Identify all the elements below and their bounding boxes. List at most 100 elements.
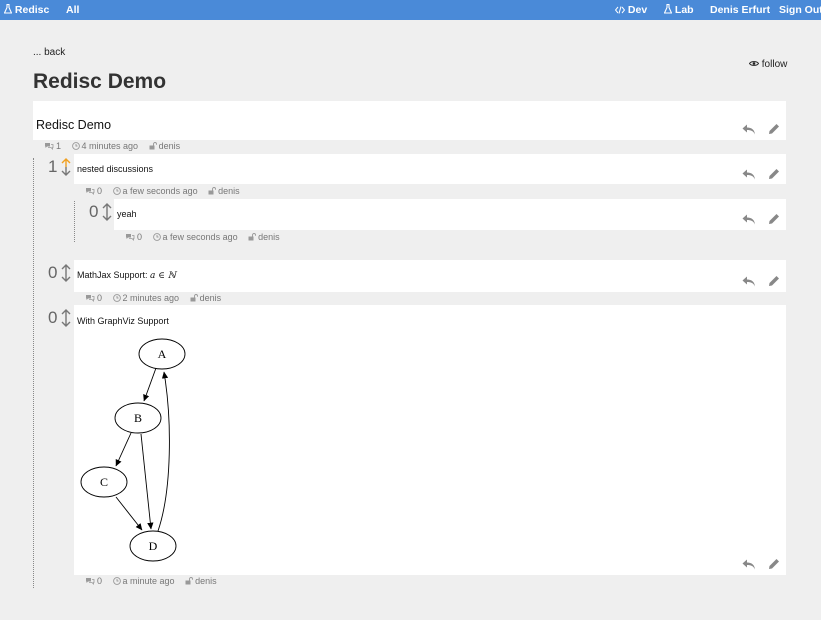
graph-node-c: C [80, 466, 128, 498]
graph-node-d: D [129, 530, 177, 562]
edge-b-d [140, 433, 154, 530]
root-post-card [33, 101, 786, 140]
unlock-icon [185, 577, 194, 585]
comments-icon [86, 188, 95, 195]
reply-icon[interactable] [742, 274, 756, 292]
graph-node-b: B [114, 402, 162, 434]
graph-node-label: A [158, 347, 167, 361]
thread-line-root [33, 158, 34, 588]
edit-icon[interactable] [768, 274, 780, 292]
timestamp: a few seconds ago [152, 232, 238, 242]
comments-icon [86, 295, 95, 302]
root-post-meta: 1 4 minutes ago denis [44, 141, 188, 151]
unlock-icon [248, 233, 257, 241]
post-meta: 0 a few seconds ago denis [85, 186, 248, 196]
author-link[interactable]: denis [149, 141, 180, 151]
nav-dev[interactable]: Dev [614, 4, 648, 16]
edit-icon[interactable] [768, 212, 780, 230]
graph-node-label: C [100, 475, 108, 489]
clock-icon [112, 577, 121, 585]
nav-signout[interactable]: Sign Out [779, 4, 821, 16]
upvote-icon[interactable] [61, 309, 71, 318]
author-link[interactable]: denis [185, 576, 217, 586]
post-actions [742, 274, 782, 288]
downvote-icon[interactable] [61, 318, 71, 327]
follow-label: follow [761, 59, 788, 70]
comment-count: 0 [85, 293, 102, 303]
author-link[interactable]: denis [208, 186, 240, 196]
reply-icon[interactable] [742, 557, 756, 575]
reply-icon[interactable] [742, 167, 756, 185]
timestamp: a minute ago [112, 576, 175, 586]
upvote-icon[interactable] [102, 203, 112, 212]
navbar: Redisc All Dev Lab Denis Erfurt Sign Out [0, 0, 821, 20]
post-meta: 0 2 minutes ago denis [85, 293, 229, 303]
author-link[interactable]: denis [190, 293, 221, 303]
edit-icon[interactable] [768, 122, 780, 140]
clock-icon [152, 233, 161, 241]
edge-b-c [115, 432, 132, 467]
reply-icon[interactable] [742, 212, 756, 230]
page-title: Redisc Demo [33, 70, 167, 93]
graph-node-a: A [138, 338, 186, 370]
back-link[interactable]: ... back [33, 47, 65, 58]
vote-arrows [61, 309, 71, 327]
unlock-icon [208, 187, 217, 195]
upvote-icon[interactable] [61, 158, 71, 167]
post-card [74, 154, 786, 184]
comment-count: 0 [85, 576, 102, 586]
timestamp: 2 minutes ago [112, 293, 179, 303]
edit-icon[interactable] [768, 167, 780, 185]
author-link[interactable]: denis [248, 232, 280, 242]
comment-count: 0 [85, 186, 102, 196]
vote-widget: 0 [48, 308, 72, 328]
graph-node-label: B [134, 411, 142, 425]
post-actions [742, 557, 782, 571]
unlock-icon [190, 294, 198, 302]
upvote-icon[interactable] [61, 264, 71, 273]
comment-count: 0 [125, 232, 142, 242]
edge-a-b [143, 367, 157, 402]
comments-icon [45, 143, 54, 150]
post-meta: 0 a few seconds ago denis [125, 232, 288, 242]
follow-button[interactable]: follow [748, 59, 788, 70]
edge-c-d [115, 496, 143, 531]
flask-icon [3, 3, 13, 14]
post-text: yeah [117, 209, 137, 219]
math-expression: a ∈ ℕ [150, 271, 177, 281]
downvote-icon[interactable] [61, 273, 71, 282]
vote-score: 0 [48, 308, 58, 327]
vote-widget: 1 [48, 157, 72, 177]
nav-lab-label: Lab [674, 4, 694, 16]
post-meta: 0 a minute ago denis [85, 576, 225, 586]
post-actions [742, 167, 782, 181]
thread-line-nested [74, 201, 75, 242]
vote-arrows [61, 264, 71, 282]
post-actions [742, 212, 782, 226]
vote-arrows [102, 203, 112, 221]
nav-user[interactable]: Denis Erfurt [710, 4, 770, 16]
graphviz-diagram: A B C D [80, 338, 186, 562]
vote-score: 0 [48, 263, 58, 282]
brand-link[interactable]: Redisc [3, 3, 50, 16]
downvote-icon[interactable] [61, 167, 71, 176]
edit-icon[interactable] [768, 557, 780, 575]
nav-lab[interactable]: Lab [663, 3, 694, 16]
graph-edges [115, 367, 170, 532]
vote-widget: 0 [48, 263, 72, 283]
eye-icon [748, 61, 760, 66]
downvote-icon[interactable] [102, 212, 112, 221]
edge-d-a [157, 371, 170, 532]
flask-icon [663, 3, 673, 14]
timestamp: 4 minutes ago [71, 141, 138, 151]
nav-all[interactable]: All [66, 4, 79, 16]
post-card [114, 199, 786, 230]
root-post-actions [742, 122, 782, 136]
nav-dev-label: Dev [627, 4, 648, 16]
reply-icon[interactable] [742, 122, 756, 140]
graph-node-label: D [149, 539, 158, 553]
unlock-icon [149, 142, 157, 150]
code-icon [614, 6, 626, 14]
comments-icon [126, 234, 135, 241]
brand-label: Redisc [14, 4, 50, 16]
